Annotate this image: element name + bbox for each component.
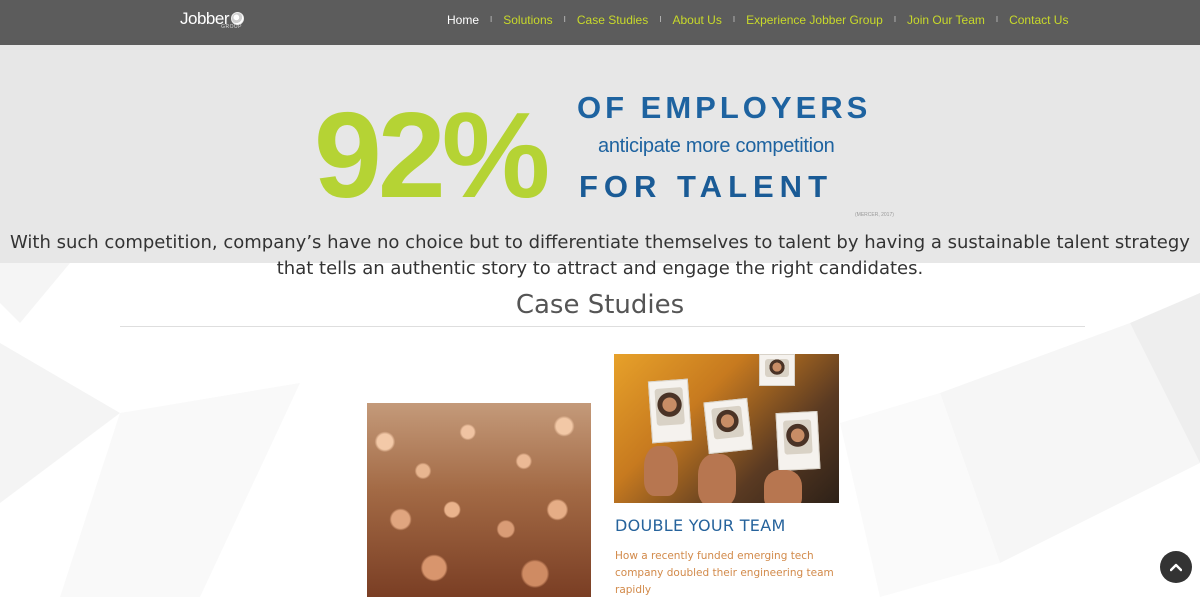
case-studies-heading: Case Studies bbox=[515, 290, 685, 320]
top-navbar: Jobber GROUP Home I Solutions I Case Stu… bbox=[0, 0, 1200, 45]
stat-headline-2: anticipate more competition bbox=[598, 135, 835, 157]
jobber-group-logo[interactable]: Jobber GROUP bbox=[180, 9, 244, 33]
nav-separator: I bbox=[893, 15, 897, 24]
chevron-up-icon bbox=[1170, 563, 1182, 572]
photo-card bbox=[647, 378, 693, 444]
nav-separator: I bbox=[732, 15, 736, 24]
main-nav: Home I Solutions I Case Studies I About … bbox=[447, 13, 1068, 27]
nav-join-our-team[interactable]: Join Our Team bbox=[907, 13, 985, 27]
nav-case-studies[interactable]: Case Studies bbox=[577, 13, 648, 27]
nav-separator: I bbox=[490, 15, 493, 24]
nav-about-us[interactable]: About Us bbox=[672, 13, 721, 27]
nav-separator: I bbox=[995, 15, 999, 24]
stat-source: (MERCER, 2017) bbox=[855, 212, 894, 218]
case-study-image-crowd[interactable] bbox=[367, 403, 591, 597]
nav-experience-jobber-group[interactable]: Experience Jobber Group bbox=[746, 13, 883, 27]
nav-home[interactable]: Home bbox=[447, 13, 479, 27]
case-study-description: How a recently funded emerging tech comp… bbox=[615, 550, 834, 596]
photo-card bbox=[759, 354, 795, 386]
nav-contact-us[interactable]: Contact Us bbox=[1009, 13, 1068, 27]
stat-headline-3: FOR TALENT bbox=[579, 169, 834, 204]
case-study-image-double-your-team[interactable] bbox=[614, 354, 839, 503]
nav-separator: I bbox=[563, 15, 566, 24]
stat-percentage: 92% bbox=[314, 87, 550, 223]
stat-banner: 92% OF EMPLOYERS anticipate more competi… bbox=[0, 45, 1200, 279]
scroll-to-top-button[interactable] bbox=[1160, 551, 1192, 583]
section-divider bbox=[120, 326, 1085, 327]
stat-headline-1: OF EMPLOYERS bbox=[577, 90, 872, 125]
case-study-title[interactable]: DOUBLE YOUR TEAM bbox=[615, 516, 786, 535]
nav-solutions[interactable]: Solutions bbox=[503, 13, 552, 27]
nav-separator: I bbox=[659, 15, 662, 24]
photo-card bbox=[703, 397, 753, 455]
banner-paragraph-line-1: With such competition, company’s have no… bbox=[10, 232, 1190, 253]
photo-card bbox=[775, 410, 821, 472]
logo-subtext: GROUP bbox=[221, 24, 242, 30]
